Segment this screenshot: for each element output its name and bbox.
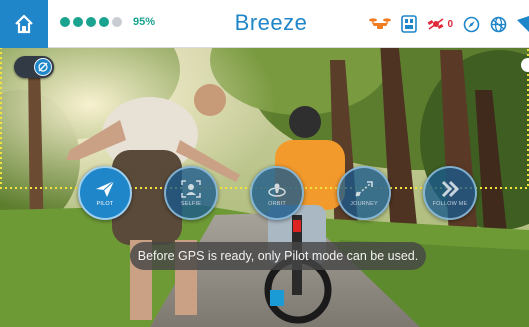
battery-dot [99,17,109,27]
wifi-icon [517,16,529,32]
mode-button-orbit[interactable]: ORBIT [250,166,304,220]
background-photo [0,0,529,327]
sd-card-status[interactable] [401,15,418,33]
mode-button-selfie[interactable]: SELFIE [164,166,218,220]
view-toggle[interactable] [14,56,54,78]
home-icon [15,14,33,34]
mode-button-journey[interactable]: JOURNEY [337,166,391,220]
wifi-status[interactable] [517,16,529,32]
globe-icon [490,16,507,32]
mode-button-pilot[interactable]: PILOT [78,166,132,220]
compass-icon [463,16,480,32]
battery-indicator: 95% [60,16,155,28]
mode-label: FOLLOW ME [432,200,468,207]
home-button[interactable] [0,0,48,48]
toast-message: Before GPS is ready, only Pilot mode can… [130,242,426,270]
app-title: Breeze [234,10,308,35]
journey-icon [355,180,373,197]
battery-dot [86,17,96,27]
satellite-icon [428,18,444,30]
status-icons: 0 [359,12,529,36]
toggle-knob[interactable] [34,58,52,76]
compass-status[interactable] [463,16,480,33]
paper-plane-icon [96,180,115,197]
battery-percent: 95% [133,16,156,28]
chevrons-icon [441,180,460,197]
drone-status[interactable] [369,16,392,32]
mode-label: ORBIT [268,200,286,207]
mode-label: PILOT [96,200,114,207]
top-bar: 95% Breeze 0 [0,0,529,48]
right-edge-handle[interactable] [521,58,529,72]
sd-card-icon [401,15,418,33]
drone-icon [369,18,392,29]
mode-label: SELFIE [180,200,202,207]
satellite-count: 0 [447,18,453,30]
orbit-icon [268,183,286,197]
battery-dot [60,17,70,27]
selfie-frame-icon [181,179,201,198]
mode-button-follow-me[interactable]: FOLLOW ME [423,166,477,220]
satellite-status[interactable]: 0 [427,16,453,32]
battery-dot [73,17,83,27]
crossed-drone-icon [38,62,48,72]
battery-dot [112,17,122,27]
mode-label: JOURNEY [350,200,378,207]
globe-status[interactable] [490,16,507,33]
